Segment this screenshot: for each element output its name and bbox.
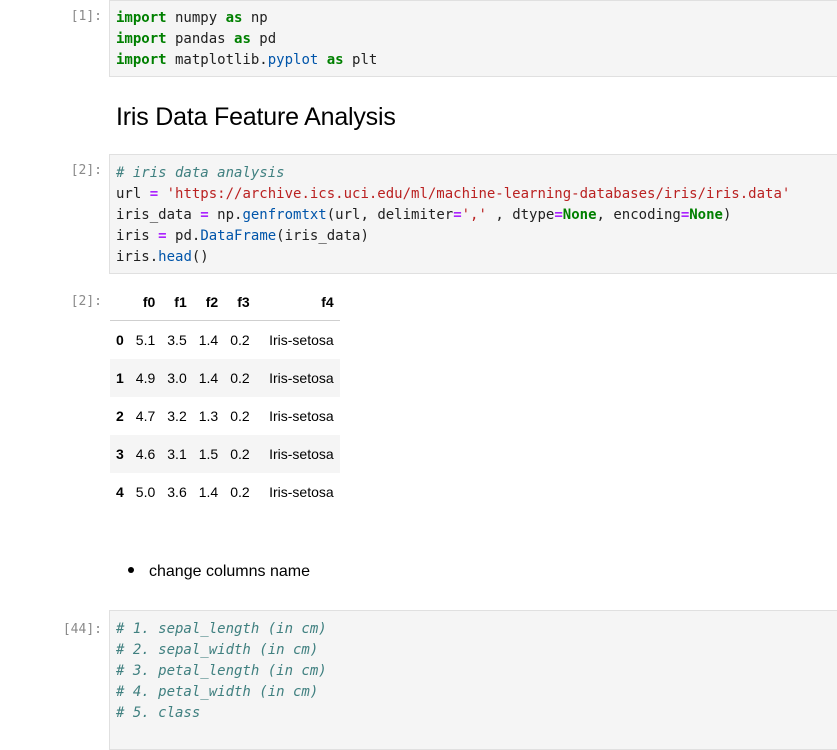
code-line: import pandas as pd (116, 31, 277, 47)
table-cell: Iris-setosa (269, 408, 334, 424)
code-line: # 3. petal_length (in cm) (116, 663, 327, 679)
table-cell: Iris-setosa (269, 446, 334, 462)
table-row: 1 4.9 3.0 1.4 0.2 Iris-setosa (110, 359, 340, 397)
code-line: url = 'https://archive.ics.uci.edu/ml/ma… (116, 186, 791, 202)
table-row: 3 4.6 3.1 1.5 0.2 Iris-setosa (110, 435, 340, 473)
code-line: iris.head() (116, 249, 209, 265)
markdown-bullet-list: change columns name (128, 563, 310, 581)
table-header-cell: f3 (224, 284, 256, 321)
code-editor[interactable]: import numpy as np import pandas as pd i… (109, 0, 837, 77)
table-cell: 1.4 (198, 332, 219, 348)
code-line: iris = pd.DataFrame(iris_data) (116, 228, 369, 244)
input-prompt: [1]: (70, 9, 102, 24)
table-header-cell: f1 (161, 284, 193, 321)
row-index: 3 (116, 446, 124, 462)
table-cell: 4.7 (135, 408, 156, 424)
output-prompt: [2]: (70, 294, 102, 309)
table-cell: 3.6 (167, 484, 187, 500)
table-cell: 3.1 (167, 446, 187, 462)
code-line: import numpy as np (116, 10, 268, 26)
markdown-heading: Iris Data Feature Analysis (116, 103, 396, 131)
table-cell: 1.3 (198, 408, 219, 424)
table-header-row: f0 f1 f2 f3 f4 (110, 284, 340, 321)
table-cell: 0.2 (230, 446, 250, 462)
table-row: 2 4.7 3.2 1.3 0.2 Iris-setosa (110, 397, 340, 435)
table-cell: 1.4 (198, 484, 219, 500)
input-prompt: [2]: (70, 163, 102, 178)
code-line: import matplotlib.pyplot as plt (116, 52, 378, 68)
table-cell: 5.1 (135, 332, 156, 348)
table-header-cell: f4 (255, 284, 340, 321)
table-header-cell (110, 284, 130, 321)
table-row: 4 5.0 3.6 1.4 0.2 Iris-setosa (110, 473, 340, 511)
table-row: 0 5.1 3.5 1.4 0.2 Iris-setosa (110, 321, 340, 360)
table-header-cell: f2 (192, 284, 225, 321)
table-cell: 1.5 (198, 446, 219, 462)
row-index: 0 (116, 332, 124, 348)
code-line: # 2. sepal_width (in cm) (116, 642, 319, 658)
dataframe-table: f0 f1 f2 f3 f4 0 5.1 3.5 1.4 0.2 Iris-se… (110, 284, 340, 511)
table-cell: Iris-setosa (269, 484, 334, 500)
table-cell: 3.0 (167, 370, 187, 386)
row-index: 4 (116, 484, 124, 500)
table-cell: 0.2 (230, 332, 250, 348)
bullet-icon (128, 566, 134, 573)
table-cell: 0.2 (230, 408, 250, 424)
code-line: # 1. sepal_length (in cm) (116, 621, 327, 637)
code-line: # iris data analysis (116, 165, 285, 181)
code-editor[interactable]: # iris data analysis url = 'https://arch… (109, 154, 837, 274)
table-cell: 0.2 (230, 370, 250, 386)
table-cell: 3.5 (167, 332, 187, 348)
code-line: iris_data = np.genfromtxt(url, delimiter… (116, 207, 732, 223)
table-cell: Iris-setosa (269, 370, 334, 386)
bullet-text: change columns name (149, 563, 310, 580)
table-cell: Iris-setosa (269, 332, 334, 348)
row-index: 1 (116, 370, 124, 386)
table-cell: 4.6 (135, 446, 156, 462)
table-cell: 3.2 (167, 408, 187, 424)
code-line: # 5. class (116, 705, 201, 721)
table-cell: 5.0 (135, 484, 156, 500)
table-cell: 1.4 (198, 370, 219, 386)
input-prompt: [44]: (62, 622, 102, 637)
row-index: 2 (116, 408, 124, 424)
table-header-cell: f0 (129, 284, 162, 321)
code-line: # 4. petal_width (in cm) (116, 684, 319, 700)
table-cell: 0.2 (230, 484, 250, 500)
code-editor[interactable]: # 1. sepal_length (in cm) # 2. sepal_wid… (109, 610, 837, 750)
table-cell: 4.9 (135, 370, 156, 386)
